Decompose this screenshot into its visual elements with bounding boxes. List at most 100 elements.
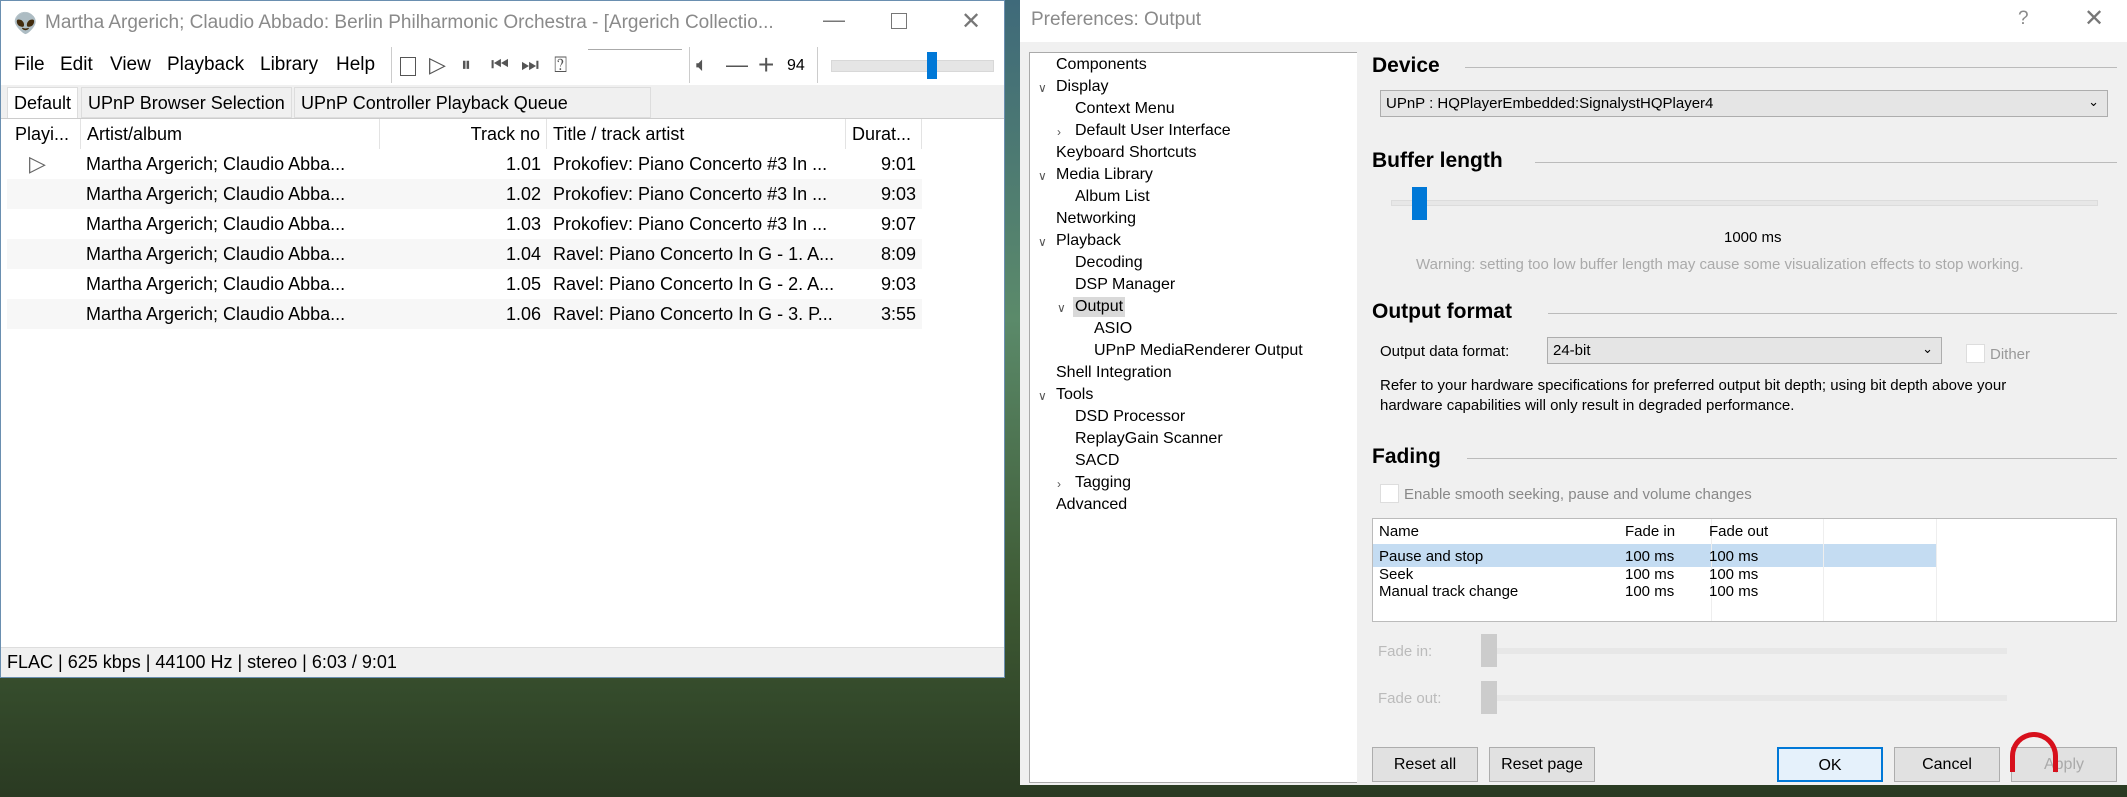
help-icon[interactable]: ? [2018, 8, 2029, 30]
close-icon[interactable]: ✕ [961, 7, 981, 36]
tree-item[interactable]: Components [1054, 55, 1149, 75]
title-cell: Ravel: Piano Concerto In G - 3. P... [553, 304, 833, 324]
tab-upnp-browser[interactable]: UPnP Browser Selection [81, 87, 292, 118]
column-artist[interactable]: Artist/album [81, 119, 380, 149]
fade-in-slider-thumb[interactable] [1481, 634, 1497, 667]
menu-file[interactable]: File [14, 54, 45, 76]
buffer-slider-thumb[interactable] [1412, 187, 1428, 220]
preferences-window: Preferences: Output ? ✕ Components ∨ Displ… [1020, 0, 2127, 785]
close-icon[interactable]: ✕ [2084, 4, 2104, 33]
tree-item[interactable]: Display [1054, 77, 1110, 97]
table-cell[interactable]: 100 ms [1625, 583, 1674, 600]
table-row[interactable]: Martha Argerich; Claudio Abba... 1.06 Rave… [7, 299, 922, 329]
tree-item[interactable]: Tools [1054, 385, 1095, 405]
dither-checkbox[interactable] [1966, 344, 1985, 363]
table-cell[interactable]: 100 ms [1709, 566, 1758, 583]
fading-heading: Fading [1372, 445, 1441, 468]
expanded-icon[interactable]: ∨ [1038, 235, 1047, 249]
table-cell[interactable]: Manual track change [1379, 583, 1518, 600]
output-format-select[interactable]: 24-bit ⌄ [1547, 337, 1942, 364]
table-row[interactable]: Martha Argerich; Claudio Abba... 1.04 Rave… [7, 239, 922, 269]
menu-help[interactable]: Help [336, 54, 375, 76]
volume-slider[interactable] [831, 60, 994, 72]
tree-item[interactable]: Playback [1054, 231, 1123, 251]
collapsed-icon[interactable]: › [1057, 125, 1061, 139]
table-row[interactable]: ▷ Martha Argerich; Claudio Abba... 1.01 Pro… [7, 149, 922, 179]
tree-item[interactable]: Advanced [1054, 495, 1129, 515]
table-row[interactable]: Martha Argerich; Claudio Abba... 1.02 Prok… [7, 179, 922, 209]
table-cell[interactable]: 100 ms [1709, 583, 1758, 600]
stop-icon[interactable] [400, 57, 416, 76]
table-row[interactable]: Martha Argerich; Claudio Abba... 1.03 Prok… [7, 209, 922, 239]
enable-fading-label: Enable smooth seeking, pause and volume … [1404, 486, 1752, 503]
volume-down-icon[interactable]: — [726, 53, 748, 77]
table-cell[interactable]: Pause and stop [1379, 548, 1483, 565]
fade-in-label: Fade in: [1378, 643, 1433, 660]
tree-item[interactable]: ASIO [1092, 319, 1134, 339]
reset-page-button[interactable]: Reset page [1489, 747, 1595, 782]
table-cell[interactable]: 100 ms [1709, 548, 1758, 565]
table-cell[interactable]: 100 ms [1625, 548, 1674, 565]
tree-item[interactable]: Output [1073, 297, 1126, 317]
tree-item[interactable]: Media Library [1054, 165, 1155, 185]
expanded-icon[interactable]: ∨ [1038, 169, 1047, 183]
volume-up-icon[interactable]: + [758, 51, 774, 79]
expanded-icon[interactable]: ∨ [1038, 389, 1047, 403]
previous-icon[interactable]: ⏮ [491, 53, 509, 77]
fade-out-slider[interactable] [1497, 695, 2007, 701]
play-icon[interactable]: ▷ [429, 53, 446, 77]
cancel-button[interactable]: Cancel [1894, 747, 2000, 782]
column-track[interactable]: Track no [380, 119, 547, 149]
next-icon[interactable]: ⏭ [521, 53, 539, 77]
column-header[interactable]: Name [1379, 523, 1419, 540]
tree-item[interactable]: Keyboard Shortcuts [1054, 143, 1199, 163]
tree-item[interactable]: Shell Integration [1054, 363, 1174, 383]
table-cell[interactable]: 100 ms [1625, 566, 1674, 583]
tree-item[interactable]: Decoding [1073, 253, 1145, 273]
tree-item[interactable]: DSD Processor [1073, 407, 1187, 427]
device-value: UPnP : HQPlayerEmbedded:SignalystHQPlaye… [1386, 95, 1714, 112]
tree-item[interactable]: UPnP MediaRenderer Output [1092, 341, 1305, 361]
collapsed-icon[interactable]: › [1057, 477, 1061, 491]
seek-bar[interactable] [588, 49, 682, 81]
duration-cell: 9:01 [880, 154, 916, 174]
volume-slider-thumb[interactable] [927, 52, 938, 79]
table-cell[interactable]: Seek [1379, 566, 1413, 583]
menu-playback[interactable]: Playback [167, 54, 244, 76]
tab-upnp-queue[interactable]: UPnP Controller Playback Queue [294, 87, 651, 118]
menu-view[interactable]: View [110, 54, 151, 76]
column-title[interactable]: Title / track artist [547, 119, 846, 149]
tree-item[interactable]: Default User Interface [1073, 121, 1233, 141]
reset-all-button[interactable]: Reset all [1372, 747, 1478, 782]
column-duration[interactable]: Durat... [846, 119, 922, 149]
volume-icon[interactable]: 🔈︎ [696, 53, 708, 77]
tree-item[interactable]: ReplayGain Scanner [1073, 429, 1225, 449]
tree-item[interactable]: Album List [1073, 187, 1152, 207]
menu-edit[interactable]: Edit [60, 54, 93, 76]
column-header[interactable]: Fade in [1625, 523, 1675, 540]
column-playing[interactable]: Playi... [9, 119, 81, 149]
pause-icon[interactable]: ⏸ [461, 53, 471, 77]
random-icon[interactable]: ⍰ [554, 53, 567, 77]
tab-default[interactable]: Default [7, 87, 79, 118]
device-select[interactable]: UPnP : HQPlayerEmbedded:SignalystHQPlaye… [1380, 90, 2108, 117]
expanded-icon[interactable]: ∨ [1038, 81, 1047, 95]
ok-button[interactable]: OK [1777, 747, 1883, 782]
fade-out-slider-thumb[interactable] [1481, 681, 1497, 714]
expanded-icon[interactable]: ∨ [1057, 301, 1066, 315]
enable-fading-checbox[interactable] [1380, 484, 1399, 503]
chevron-down-icon: ⌄ [2088, 94, 2099, 109]
minimize-icon[interactable]: — [823, 7, 845, 33]
tree-item[interactable]: Tagging [1073, 473, 1133, 493]
fade-in-slider[interactable] [1497, 648, 2007, 654]
tree-item[interactable]: SACD [1073, 451, 1121, 471]
column-header[interactable]: Fade out [1709, 523, 1768, 540]
maximize-icon[interactable] [891, 13, 907, 29]
menu-library[interactable]: Library [260, 54, 318, 76]
tree-item[interactable]: Context Menu [1073, 99, 1177, 119]
buffer-slider[interactable] [1391, 200, 2098, 206]
tree-item[interactable]: DSP Manager [1073, 275, 1177, 295]
tree-item[interactable]: Networking [1054, 209, 1138, 229]
table-row[interactable]: Martha Argerich; Claudio Abba... 1.05 Rave… [7, 269, 922, 299]
duration-cell: 9:03 [880, 274, 916, 294]
